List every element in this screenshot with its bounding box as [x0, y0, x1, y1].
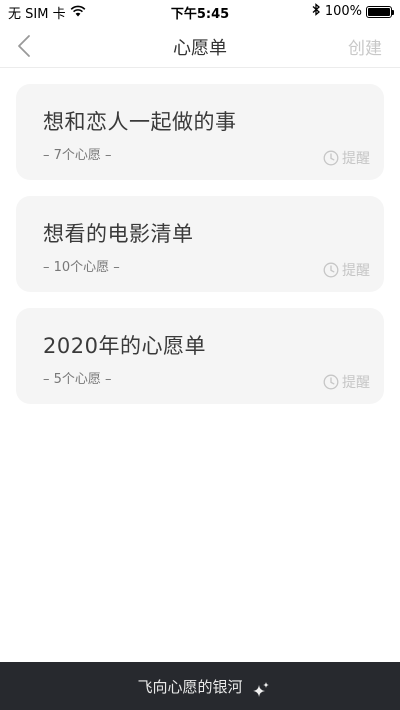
- remind-label: 提醒: [342, 151, 370, 167]
- wishlist-card[interactable]: 想看的电影清单 – 10个心愿 – 提醒: [16, 196, 384, 292]
- battery-icon: [366, 5, 394, 18]
- card-title: 2020年的心愿单: [43, 334, 206, 358]
- status-right: 100%: [312, 3, 394, 20]
- clock-icon: [323, 374, 339, 390]
- remind-button[interactable]: 提醒: [323, 260, 370, 280]
- battery-percent: 100%: [324, 4, 362, 19]
- bluetooth-icon: [312, 3, 321, 20]
- galaxy-label: 飞向心愿的银河: [137, 677, 243, 696]
- clock-icon: [323, 150, 339, 166]
- remind-label: 提醒: [342, 263, 370, 279]
- nav-bar: 心愿单 创建: [0, 24, 400, 68]
- card-count: – 5个心愿 –: [43, 372, 112, 387]
- sparkle-icon: [252, 682, 269, 697]
- card-count: – 10个心愿 –: [43, 260, 120, 275]
- remind-label: 提醒: [342, 375, 370, 391]
- battery-tip: [392, 9, 394, 15]
- card-title: 想看的电影清单: [43, 222, 194, 246]
- wishlist-card[interactable]: 2020年的心愿单 – 5个心愿 – 提醒: [16, 308, 384, 404]
- status-bar: 无 SIM 卡 下午5:45 100%: [0, 0, 400, 24]
- card-count: – 7个心愿 –: [43, 148, 112, 163]
- galaxy-button[interactable]: 飞向心愿的银河: [0, 662, 400, 710]
- create-button[interactable]: 创建: [348, 34, 382, 59]
- clock-icon: [323, 262, 339, 278]
- card-title: 想和恋人一起做的事: [43, 110, 237, 134]
- page-title: 心愿单: [173, 38, 227, 59]
- remind-button[interactable]: 提醒: [323, 372, 370, 392]
- battery-fill: [368, 7, 390, 16]
- remind-button[interactable]: 提醒: [323, 148, 370, 168]
- wishlist-card[interactable]: 想和恋人一起做的事 – 7个心愿 – 提醒: [16, 84, 384, 180]
